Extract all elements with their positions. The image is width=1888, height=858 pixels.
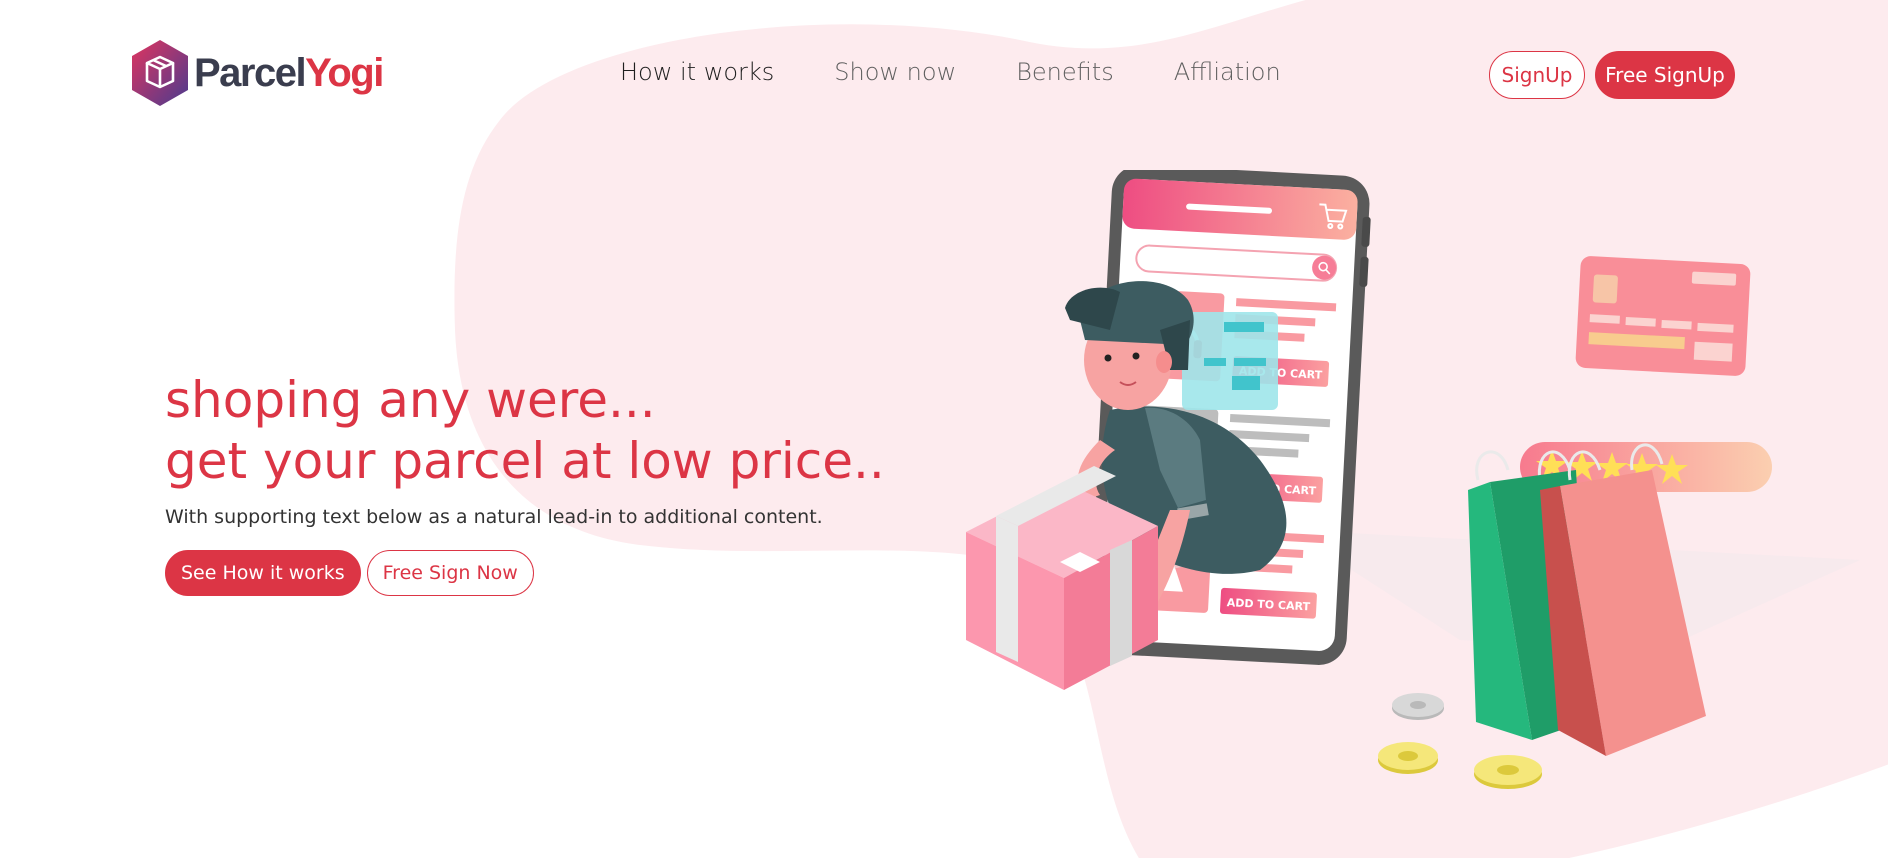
free-sign-now-button[interactable]: Free Sign Now	[366, 550, 534, 596]
see-how-it-works-button[interactable]: See How it works	[165, 550, 361, 596]
nav-link-affliation[interactable]: Affliation	[1174, 58, 1281, 86]
box-hexagon-icon	[132, 40, 188, 106]
hero-subtext: With supporting text below as a natural …	[165, 506, 823, 528]
credit-card-icon	[1575, 256, 1751, 376]
hero-heading-line2: get your parcel at low price..	[165, 432, 885, 490]
main-nav: How it works Show now Benefits Affliatio…	[620, 58, 1281, 86]
nav-link-show-now[interactable]: Show now	[834, 58, 956, 86]
logo[interactable]: ParcelYogi	[130, 38, 384, 108]
hero-heading-line1: shoping any were...	[165, 371, 656, 429]
signup-button[interactable]: SignUp	[1489, 51, 1585, 99]
nav-link-how-it-works[interactable]: How it works	[620, 58, 774, 86]
nav-link-benefits[interactable]: Benefits	[1016, 58, 1114, 86]
hero-section: shoping any were... get your parcel at l…	[165, 370, 885, 596]
hero-heading: shoping any were... get your parcel at l…	[165, 370, 885, 492]
small-card-icon	[1182, 312, 1278, 410]
logo-text: ParcelYogi	[194, 51, 384, 95]
free-signup-button[interactable]: Free SignUp	[1595, 51, 1735, 99]
hero-illustration: ADD TO CART ADD TO CART ADD TO CART	[966, 170, 1860, 789]
hero-buttons: See How it works Free Sign Now	[165, 550, 885, 596]
